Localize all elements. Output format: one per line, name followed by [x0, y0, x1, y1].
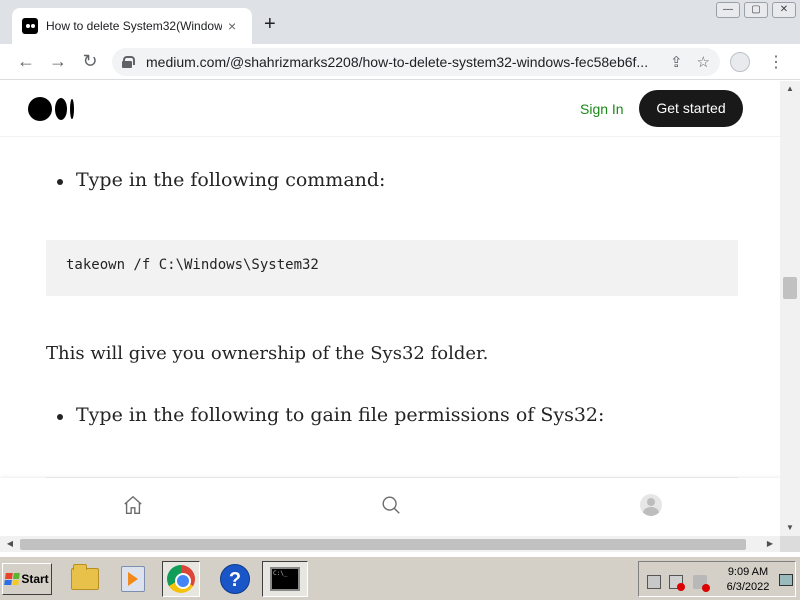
volume-muted-icon[interactable]	[693, 575, 710, 592]
medium-logo[interactable]	[28, 97, 74, 121]
system-tray: 9:09 AM 6/3/2022	[638, 561, 796, 597]
back-button[interactable]: ←	[10, 51, 42, 72]
scroll-down-arrow-icon[interactable]: ▼	[780, 520, 800, 536]
browser-tab-bar: How to delete System32(Windows × + — ▢ ✕	[0, 0, 800, 44]
horizontal-scrollbar[interactable]: ◀ ▶	[0, 536, 780, 552]
get-started-button[interactable]: Get started	[639, 90, 743, 127]
bottom-navigation	[0, 478, 780, 536]
vertical-scrollbar[interactable]: ▲ ▼	[780, 81, 800, 536]
tab-title: How to delete System32(Windows	[46, 19, 222, 33]
start-label: Start	[21, 572, 49, 586]
code-block: takeown /f C:\Windows\System32	[46, 240, 738, 296]
system-clock[interactable]: 9:09 AM 6/3/2022	[723, 565, 773, 595]
command-prompt-button[interactable]: C:\_	[262, 561, 308, 597]
browser-tab[interactable]: How to delete System32(Windows ×	[12, 8, 252, 44]
windows-flag-icon	[4, 573, 21, 585]
browser-toolbar: ← → ↻ medium.com/@shahrizmarks2208/how-t…	[0, 44, 800, 80]
home-icon[interactable]	[122, 494, 144, 516]
scroll-up-arrow-icon[interactable]: ▲	[780, 81, 800, 97]
help-icon: ?	[220, 564, 250, 594]
tab-close-icon[interactable]: ×	[228, 18, 236, 34]
window-controls: — ▢ ✕	[716, 2, 796, 18]
file-explorer-button[interactable]	[66, 561, 104, 597]
address-bar[interactable]: medium.com/@shahrizmarks2208/how-to-dele…	[112, 48, 720, 76]
close-window-button[interactable]: ✕	[772, 2, 796, 18]
network-icon[interactable]	[647, 575, 661, 589]
folder-icon	[71, 564, 99, 590]
vertical-scroll-thumb[interactable]	[783, 277, 797, 299]
new-tab-button[interactable]: +	[264, 14, 276, 34]
list-item: Type in the following command:	[56, 169, 386, 191]
clock-date: 6/3/2022	[726, 581, 770, 593]
scroll-right-arrow-icon[interactable]: ▶	[762, 536, 778, 552]
share-icon[interactable]: ⇪	[670, 53, 683, 71]
show-desktop-icon[interactable]	[779, 574, 793, 586]
start-button[interactable]: Start	[2, 563, 52, 595]
user-avatar-icon[interactable]	[640, 494, 662, 516]
bookmark-star-icon[interactable]: ☆	[697, 53, 710, 71]
security-alert-icon[interactable]	[669, 575, 685, 591]
list-item: Type in the following to gain file permi…	[56, 404, 605, 426]
windows-taskbar: Start ? C:\_ 9:09 AM 6/3/2022	[0, 556, 800, 600]
article-paragraph: This will give you ownership of the Sys3…	[46, 343, 489, 364]
horizontal-scroll-thumb[interactable]	[20, 539, 746, 550]
url-text[interactable]: medium.com/@shahrizmarks2208/how-to-dele…	[146, 54, 656, 70]
lock-icon[interactable]	[122, 56, 135, 68]
medium-favicon-icon	[22, 18, 38, 34]
reload-button[interactable]: ↻	[74, 51, 106, 72]
help-button[interactable]: ?	[216, 561, 254, 597]
command-prompt-icon: C:\_	[270, 567, 300, 591]
profile-avatar-icon[interactable]	[730, 52, 750, 72]
maximize-button[interactable]: ▢	[744, 2, 768, 18]
minimize-button[interactable]: —	[716, 2, 740, 18]
scrollbar-corner	[780, 536, 800, 552]
clock-time: 9:09 AM	[727, 566, 769, 578]
media-player-icon	[121, 566, 145, 592]
scroll-left-arrow-icon[interactable]: ◀	[2, 536, 18, 552]
browser-menu-icon[interactable]: ⋮	[768, 52, 784, 72]
chrome-taskbar-button[interactable]	[162, 561, 200, 597]
medium-header: Sign In Get started	[0, 81, 780, 137]
web-page: Sign In Get started Type in the followin…	[0, 81, 780, 536]
sign-in-link[interactable]: Sign In	[580, 101, 624, 117]
forward-button[interactable]: →	[42, 51, 74, 72]
media-player-button[interactable]	[114, 561, 152, 597]
chrome-icon	[167, 565, 195, 593]
search-icon[interactable]	[380, 494, 402, 516]
